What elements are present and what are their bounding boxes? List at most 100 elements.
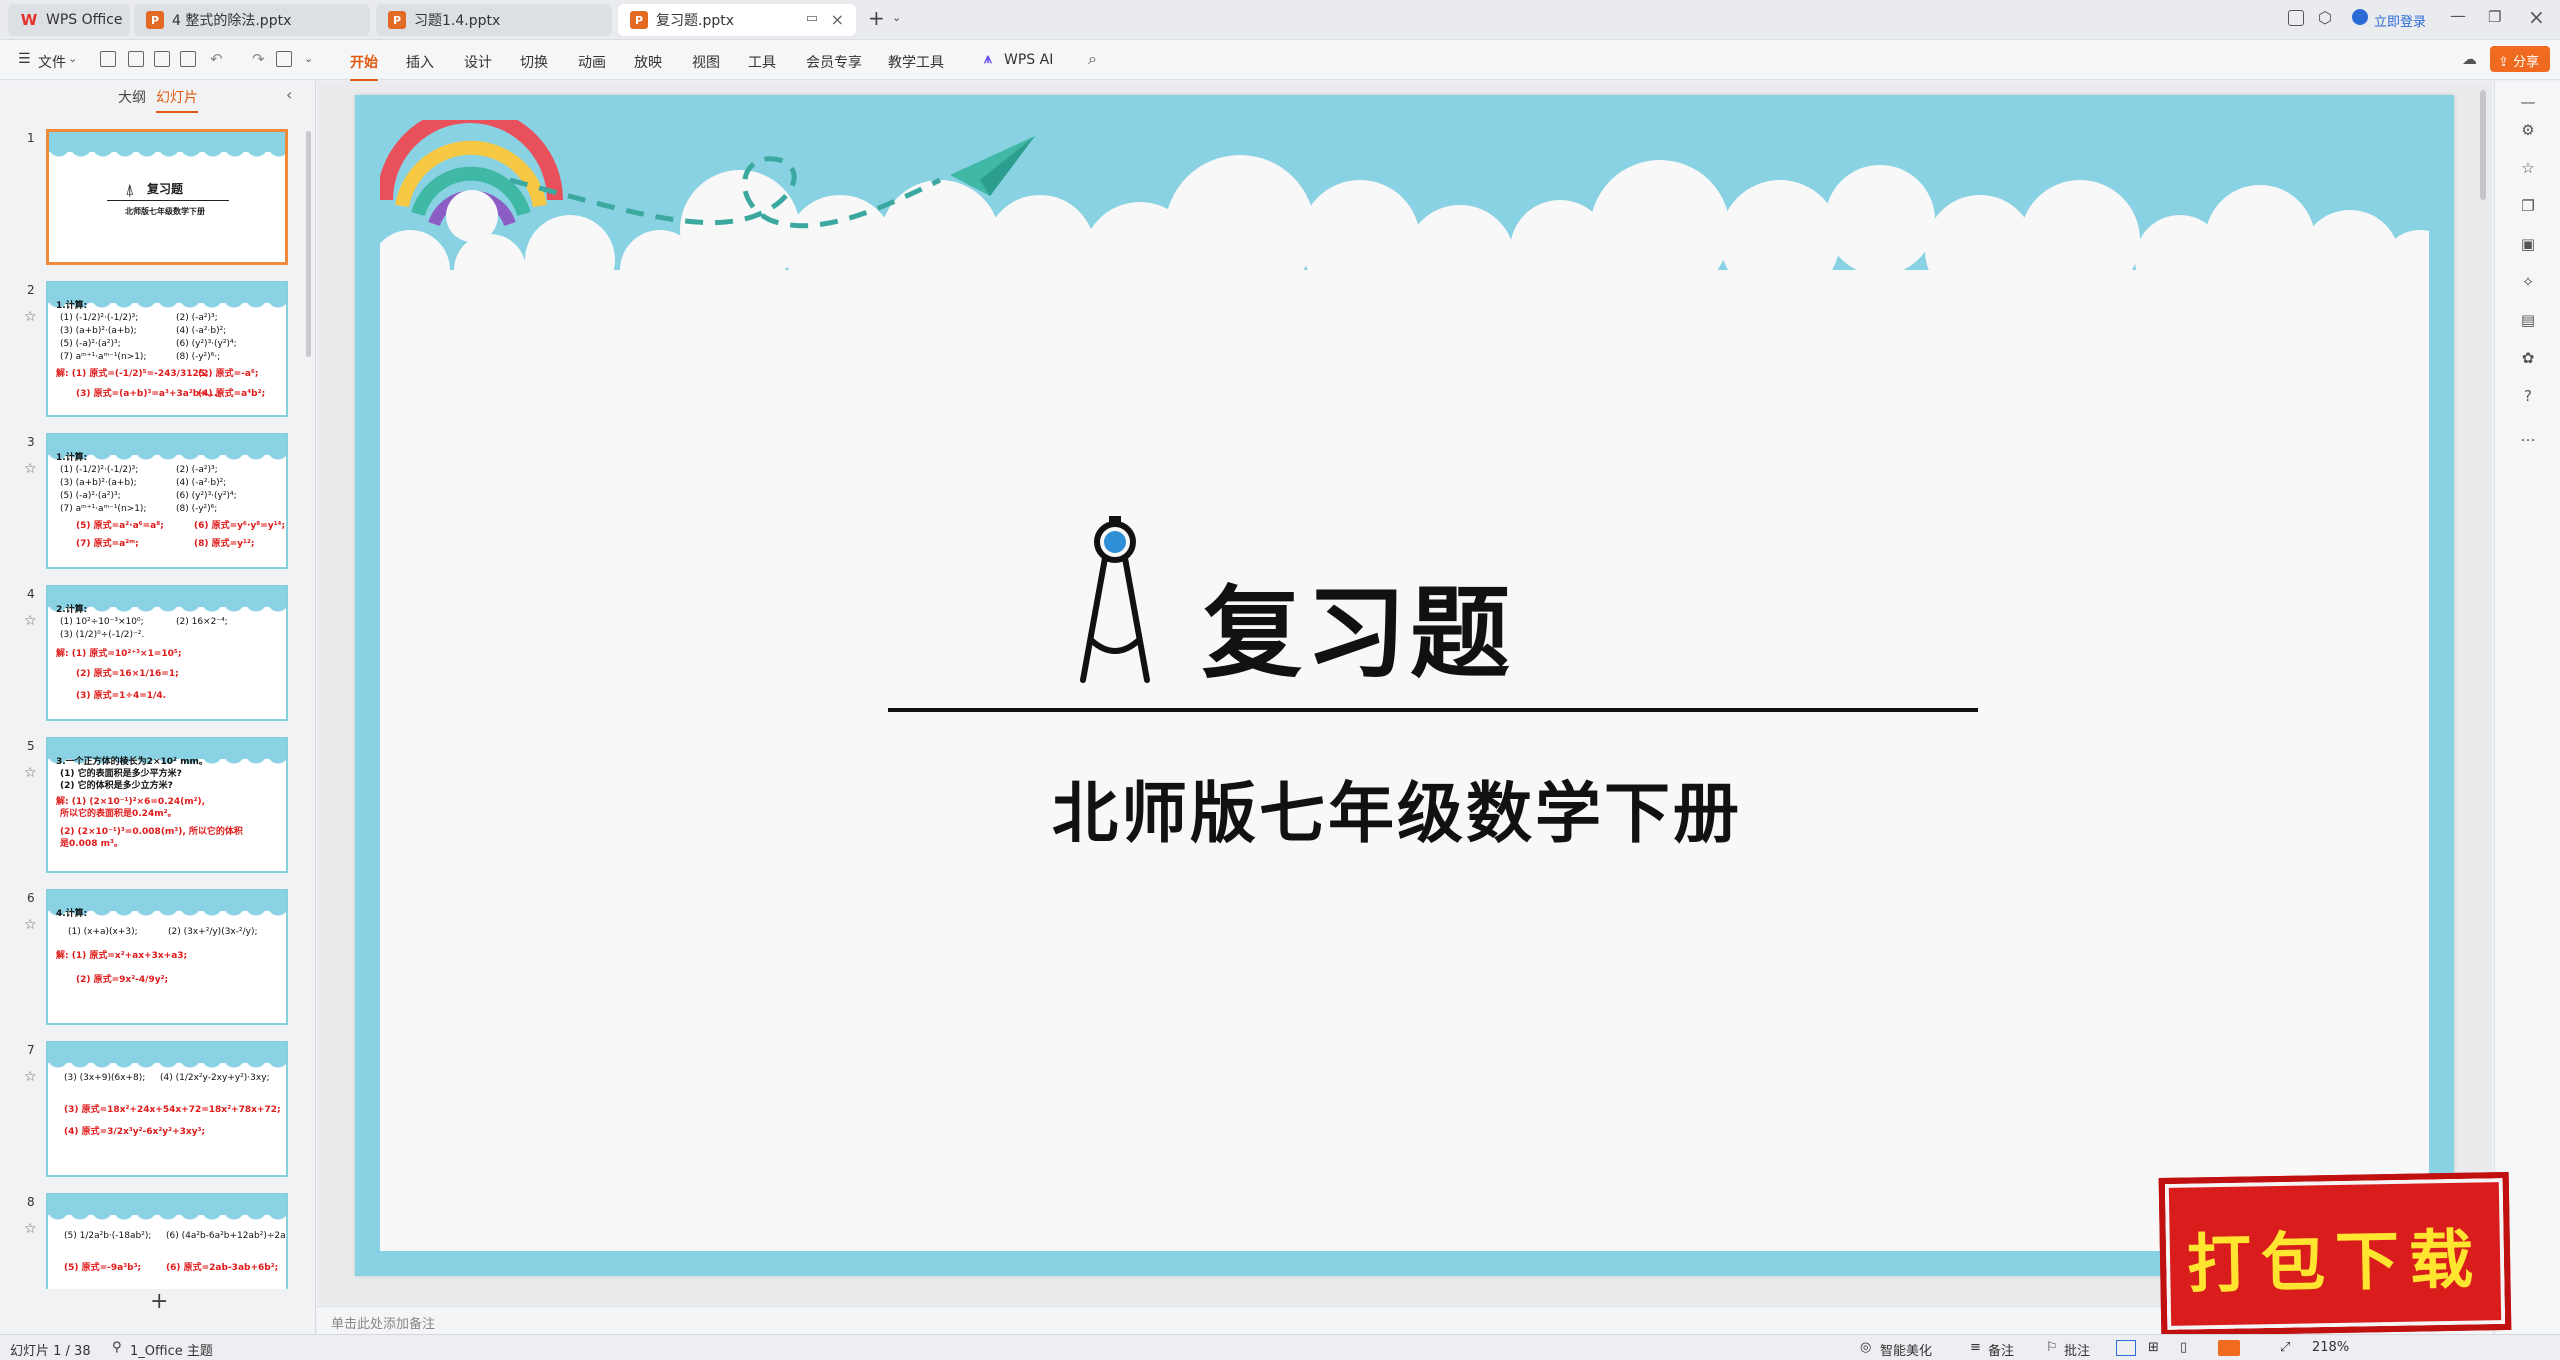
zoom-level[interactable]: 218% — [2312, 1340, 2349, 1355]
thumb-answer: (8) 原式=y¹²; — [194, 539, 255, 549]
search-icon[interactable]: ⌕ — [1088, 49, 1097, 69]
slide-thumbnail-5[interactable]: 5 ☆ 3.一个正方体的棱长为2×10² mm。 (1) 它的表面积是多少平方米… — [0, 737, 300, 881]
login-link[interactable]: 立即登录 — [2374, 11, 2426, 30]
format-painter-icon[interactable] — [276, 51, 292, 67]
thumb-answer: (2) 原式=9x²-4/9y²; — [76, 975, 169, 985]
save-icon[interactable] — [100, 51, 116, 67]
tab-wps-office[interactable]: W WPS Office — [8, 4, 130, 36]
window-mode-icon[interactable]: ▭ — [806, 11, 818, 26]
cloud-sync-icon[interactable]: ☁ — [2462, 50, 2477, 68]
star-icon[interactable]: ☆ — [2519, 159, 2537, 177]
comment-button[interactable]: 批注 — [2064, 1340, 2090, 1359]
thumb-answer: (2) 原式=-a⁶; — [198, 369, 259, 379]
slide-thumbnail-7[interactable]: 7 ☆ (3) (3x+9)(6x+8); (4) (1/2x²y-2xy+y²… — [0, 1041, 300, 1185]
fit-icon[interactable]: ⤢ — [2280, 1340, 2290, 1355]
slide-number: 1 — [27, 131, 35, 145]
tab-home[interactable]: 开始 — [350, 52, 378, 82]
thumb-answer: (6) 原式=2ab-3ab+6b²; — [166, 1263, 279, 1273]
layout-icon[interactable] — [2288, 10, 2304, 26]
restore-icon[interactable]: ❐ — [2488, 8, 2501, 26]
help-icon[interactable]: ? — [2519, 387, 2537, 405]
avatar-icon[interactable] — [2352, 9, 2368, 25]
tab-view[interactable]: 视图 — [692, 52, 720, 72]
compass-icon — [1080, 516, 1150, 683]
close-window-icon[interactable]: × — [2528, 5, 2545, 29]
tab-design[interactable]: 设计 — [464, 52, 492, 72]
theme-name[interactable]: 1_Office 主题 — [130, 1340, 213, 1359]
print-icon[interactable] — [154, 51, 170, 67]
reading-view-icon[interactable]: ▯ — [2180, 1340, 2187, 1355]
slide-subtitle[interactable]: 北师版七年级数学下册 — [1052, 760, 1742, 856]
minimize-icon[interactable]: — — [2450, 6, 2466, 25]
chevron-down-icon[interactable]: ⌄ — [68, 52, 77, 65]
tab-tools[interactable]: 工具 — [748, 52, 776, 72]
print-preview-icon[interactable] — [180, 51, 196, 67]
beautify-button[interactable]: 智能美化 — [1880, 1340, 1932, 1359]
star-icon[interactable]: ☆ — [24, 309, 37, 325]
star-icon[interactable]: ☆ — [24, 917, 37, 933]
star-icon[interactable]: ☆ — [24, 1221, 37, 1237]
cloud-border — [48, 283, 286, 311]
slide-thumbnail-4[interactable]: 4 ☆ 2.计算: (1) 10²÷10⁻³×10⁰; (2) 16×2⁻⁴; … — [0, 585, 300, 729]
slide-thumbnail-2[interactable]: 2 ☆ 1.计算: (1) (-1/2)²·(-1/2)³; (2) (-a²)… — [0, 281, 300, 425]
star-icon[interactable]: ☆ — [24, 765, 37, 781]
canvas-scrollbar[interactable] — [2480, 90, 2486, 200]
tab-outline[interactable]: 大纲 — [118, 87, 146, 107]
add-slide-button[interactable]: + — [150, 1289, 168, 1314]
slide-thumbnail-1[interactable]: 1 ⍋ 复习题 北师版七年级数学下册 — [0, 129, 300, 273]
more-icon[interactable]: … — [2519, 427, 2537, 445]
undo-icon[interactable]: ↶ — [210, 50, 223, 68]
thumb-line: (1) (-1/2)²·(-1/2)³; — [60, 465, 139, 475]
slide-thumbnail-8[interactable]: 8 ☆ (5) 1/2a²b·(-18ab²); (6) (4a²b-6a²b+… — [0, 1193, 300, 1289]
chevron-down-icon[interactable]: ⌄ — [304, 52, 313, 65]
star-icon[interactable]: ☆ — [24, 1069, 37, 1085]
tab-zhengshi[interactable]: P 4 整式的除法.pptx — [134, 4, 370, 36]
sliders-icon[interactable]: ⚙ — [2519, 121, 2537, 139]
tab-insert[interactable]: 插入 — [406, 52, 434, 72]
download-promo-stamp[interactable]: 打包下载 — [2158, 1171, 2512, 1337]
wps-logo-icon: W — [20, 11, 38, 29]
collapse-panel-icon[interactable]: ‹ — [286, 85, 292, 104]
image-edit-icon[interactable]: ▣ — [2519, 235, 2537, 253]
gear-icon[interactable]: ✿ — [2519, 349, 2537, 367]
wps-ai-button[interactable]: WPS AI — [1004, 52, 1053, 68]
slide-thumbnail-6[interactable]: 6 ☆ 4.计算: (1) (x+a)(x+3); (2) (3x+²/y)(3… — [0, 889, 300, 1033]
notes-button[interactable]: 备注 — [1988, 1340, 2014, 1359]
tab-slides[interactable]: 幻灯片 — [156, 87, 198, 113]
star-icon[interactable]: ☆ — [24, 461, 37, 477]
share-button[interactable]: ⇪ 分享 — [2490, 46, 2550, 72]
cube-icon[interactable]: ⬡ — [2318, 8, 2332, 27]
chevron-down-icon[interactable]: ⌄ — [892, 11, 901, 24]
collapse-icon[interactable]: — — [2519, 93, 2537, 111]
normal-view-icon[interactable] — [2116, 1340, 2136, 1356]
tab-xiti[interactable]: P 习题1.4.pptx — [376, 4, 612, 36]
redo-icon[interactable]: ↷ — [252, 50, 265, 68]
thumb-answer: 解: (1) 原式=x²+ax+3x+a3; — [56, 951, 188, 961]
book-icon[interactable]: ▤ — [2519, 311, 2537, 329]
slide-thumbnail-3[interactable]: 3 ☆ 1.计算: (1) (-1/2)²·(-1/2)³; (2) (-a²)… — [0, 433, 300, 577]
right-toolbar: — ⚙ ☆ ❐ ▣ ✧ ▤ ✿ ? … — [2494, 81, 2560, 1334]
thumb-answer: 是0.008 m³。 — [60, 839, 123, 849]
tab-teaching-tools[interactable]: 教学工具 — [888, 52, 944, 72]
current-slide[interactable]: 复习题 北师版七年级数学下册 — [355, 95, 2454, 1276]
tab-transition[interactable]: 切换 — [520, 52, 548, 72]
tab-member[interactable]: 会员专享 — [806, 52, 862, 72]
thumb-line: (6) (4a²b-6a²b+12ab²)÷2a; — [166, 1231, 288, 1241]
slide-title[interactable]: 复习题 — [1202, 552, 1514, 697]
new-tab-icon[interactable]: + — [868, 6, 885, 30]
play-icon[interactable] — [2218, 1340, 2240, 1356]
export-pdf-icon[interactable] — [128, 51, 144, 67]
cloud-border — [48, 1195, 286, 1223]
copy-icon[interactable]: ❐ — [2519, 197, 2537, 215]
thumb-line: 4.计算: — [56, 909, 88, 919]
tab-animation[interactable]: 动画 — [578, 52, 606, 72]
grid-view-icon[interactable]: ⊞ — [2148, 1340, 2159, 1355]
thumbnail-scrollbar[interactable] — [306, 131, 311, 357]
close-tab-icon[interactable]: × — [831, 10, 844, 29]
magic-wand-icon[interactable]: ✧ — [2519, 273, 2537, 291]
menu-icon[interactable]: ☰ — [18, 51, 31, 67]
star-icon[interactable]: ☆ — [24, 613, 37, 629]
file-menu[interactable]: 文件 — [38, 52, 66, 72]
tab-fuxiti[interactable]: P 复习题.pptx ▭ × — [618, 4, 856, 36]
tab-slideshow[interactable]: 放映 — [634, 52, 662, 72]
